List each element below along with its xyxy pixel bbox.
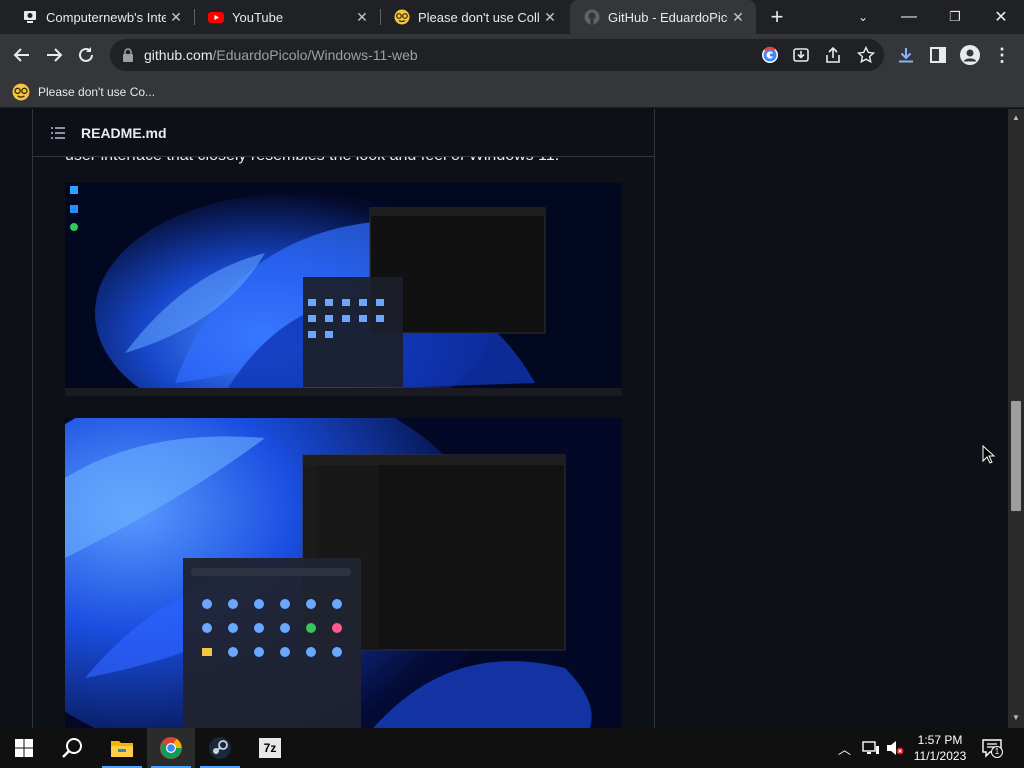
reload-icon <box>79 47 93 62</box>
new-tab-button[interactable]: + <box>761 1 793 33</box>
readme-screenshot-2[interactable] <box>65 418 622 728</box>
scroll-down-arrow-icon[interactable]: ▼ <box>1012 713 1020 722</box>
volume-muted-icon[interactable] <box>886 740 904 756</box>
close-tab-icon[interactable]: ✕ <box>540 9 560 26</box>
tab-youtube[interactable]: YouTube ✕ <box>194 0 380 34</box>
tab-title: Computernewb's Inter <box>46 9 166 25</box>
share-button[interactable] <box>817 39 849 71</box>
file-explorer-button[interactable] <box>98 728 146 768</box>
7zip-button[interactable]: 7z <box>246 728 294 768</box>
nerd-face-icon <box>394 9 410 25</box>
star-icon <box>857 46 875 64</box>
7zip-icon: 7z <box>259 738 281 758</box>
menu-kebab-icon[interactable]: ⋮ <box>986 39 1018 71</box>
share-icon <box>826 46 840 63</box>
tab-strip: Computernewb's Inter ✕ YouTube ✕ Please … <box>0 0 1024 34</box>
browser-toolbar: github.com/EduardoPicolo/Windows-11-web … <box>0 34 1024 76</box>
notification-count-badge: 1 <box>991 746 1003 758</box>
computernewb-icon <box>24 11 36 23</box>
forward-arrow-icon <box>47 48 63 62</box>
close-tab-icon[interactable]: ✕ <box>352 9 372 26</box>
close-tab-icon[interactable]: ✕ <box>166 9 186 26</box>
youtube-icon <box>208 12 224 23</box>
windows-start-icon <box>15 739 33 757</box>
bookmarks-bar: Please don't use Co... <box>0 76 1024 108</box>
search-button[interactable] <box>48 728 96 768</box>
scrollbar-thumb[interactable] <box>1011 401 1021 511</box>
close-tab-icon[interactable]: ✕ <box>728 9 748 26</box>
clock-date: 11/1/2023 <box>913 749 967 763</box>
windows-taskbar: 7z ︿ 1:57 PM 11/1/2023 1 <box>0 728 1024 768</box>
profile-button[interactable] <box>954 39 986 71</box>
forward-button[interactable] <box>38 39 70 71</box>
bookmark-label: Please don't use Co... <box>38 85 156 99</box>
chrome-button[interactable] <box>147 728 195 768</box>
profile-avatar-icon <box>960 45 980 65</box>
vertical-scrollbar[interactable]: ▲ ▼ <box>1008 109 1024 728</box>
search-icon <box>62 738 82 758</box>
network-icon[interactable] <box>862 740 880 756</box>
download-icon <box>899 48 913 63</box>
github-icon <box>584 9 600 25</box>
readme-screenshot-1[interactable] <box>65 183 622 396</box>
readme-title[interactable]: README.md <box>81 125 167 141</box>
reload-button[interactable] <box>70 39 102 71</box>
start-button[interactable] <box>0 728 48 768</box>
windows-11-desktop-image <box>65 418 622 728</box>
install-app-button[interactable] <box>785 39 817 71</box>
bookmark-star-button[interactable] <box>850 39 882 71</box>
google-icon <box>762 46 778 63</box>
back-arrow-icon <box>13 48 29 62</box>
url-path: /EduardoPicolo/Windows-11-web <box>212 47 418 63</box>
tab-title: Please don't use Colla <box>418 9 540 25</box>
system-clock[interactable]: 1:57 PM 11/1/2023 <box>908 732 972 764</box>
side-panel-button[interactable] <box>922 39 954 71</box>
windows-11-desktop-image <box>65 183 622 396</box>
tab-github-active[interactable]: GitHub - EduardoPicol ✕ <box>570 0 756 34</box>
tab-please-dont-use-colla[interactable]: Please don't use Colla ✕ <box>380 0 568 34</box>
downloads-button[interactable] <box>890 39 922 71</box>
bookmark-item[interactable]: Please don't use Co... <box>12 81 155 103</box>
lock-icon[interactable] <box>122 48 134 62</box>
page-content: user interface that closely resembles th… <box>0 109 1008 728</box>
tab-search-chevron-down-icon[interactable]: ⌄ <box>840 0 886 34</box>
minimize-button[interactable]: — <box>886 0 932 34</box>
google-lens-button[interactable] <box>754 39 786 71</box>
mouse-cursor-icon <box>982 445 996 464</box>
readme-header: README.md <box>33 109 654 157</box>
show-hidden-icons-chevron-up-icon[interactable]: ︿ <box>838 739 851 758</box>
file-explorer-icon <box>111 741 133 757</box>
chrome-icon <box>160 737 182 759</box>
clock-time: 1:57 PM <box>917 733 963 747</box>
notifications-button[interactable]: 1 <box>982 738 1003 758</box>
restore-button[interactable]: ❐ <box>932 0 978 34</box>
tab-title: YouTube <box>232 9 284 25</box>
steam-icon <box>209 737 231 759</box>
back-button[interactable] <box>6 39 38 71</box>
nerd-face-icon <box>12 83 30 101</box>
close-window-button[interactable]: ✕ <box>978 0 1024 34</box>
scroll-up-arrow-icon[interactable]: ▲ <box>1012 113 1020 122</box>
tab-title: GitHub - EduardoPicol <box>608 9 728 25</box>
outline-list-icon[interactable] <box>51 126 65 139</box>
tab-computernewb[interactable]: Computernewb's Inter ✕ <box>8 0 194 34</box>
side-panel-icon <box>930 47 946 63</box>
install-icon <box>793 48 809 62</box>
steam-button[interactable] <box>196 728 244 768</box>
url-host: github.com <box>144 47 213 63</box>
